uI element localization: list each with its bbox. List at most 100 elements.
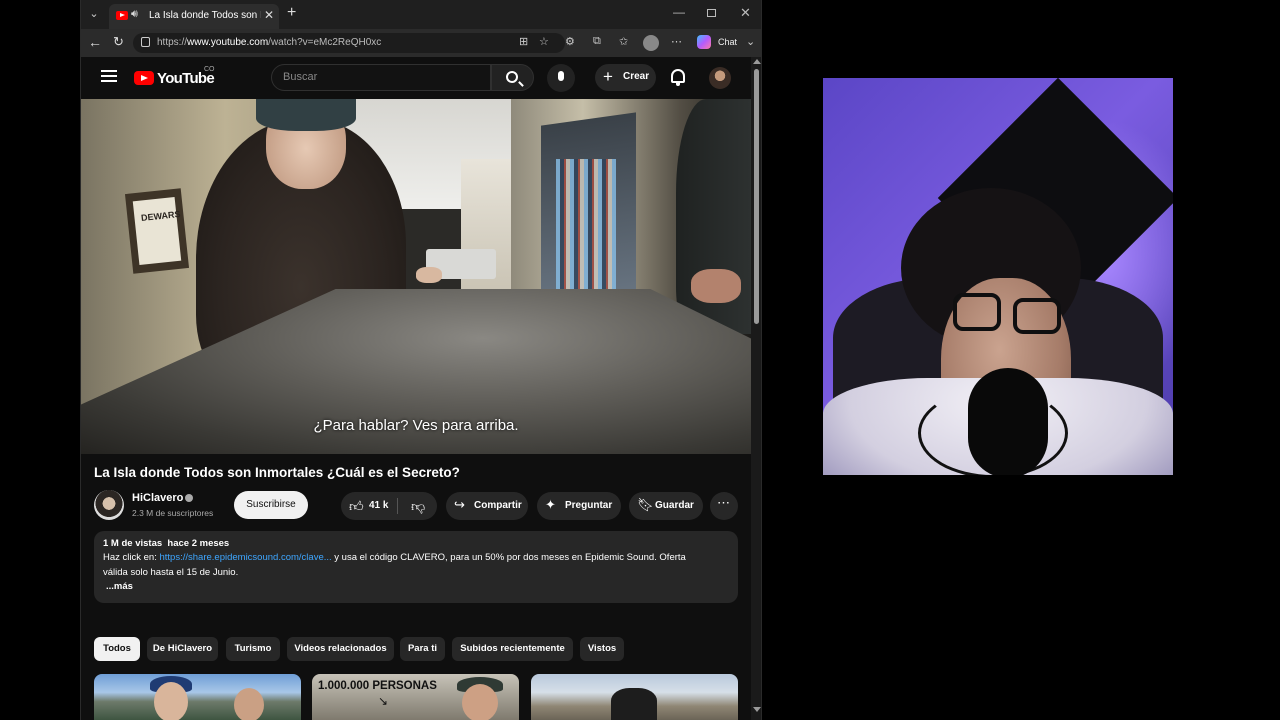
- back-arrow-icon[interactable]: ←: [88, 34, 102, 50]
- description-line-1: Haz click en: https://share.epidemicsoun…: [103, 552, 686, 563]
- like-count[interactable]: 41 k: [369, 500, 388, 511]
- create-button[interactable]: + Crear: [595, 64, 656, 91]
- thumbnail-person: [234, 688, 264, 720]
- video-scene-cap: [256, 99, 356, 131]
- address-bar: ← ↻ https://www.youtube.com/watch?v=eMc2…: [81, 29, 761, 57]
- tab-title: La Isla donde Todos son Inmortales ¿Cuál…: [149, 10, 261, 21]
- description-prefix: Haz click en:: [103, 552, 160, 563]
- channel-avatar[interactable]: [94, 490, 124, 520]
- youtube-play-icon: [134, 71, 154, 85]
- webcam-overlay: [823, 78, 1173, 475]
- tab-youtube[interactable]: 🔊︎ La Isla donde Todos son Inmortales ¿C…: [109, 4, 279, 29]
- subscribe-label: Suscribirse: [246, 499, 296, 510]
- webcam-microphone: [968, 368, 1048, 475]
- ask-button[interactable]: ✦ Preguntar: [537, 492, 621, 520]
- thumbs-down-icon[interactable]: 👎︎: [411, 498, 425, 515]
- chip-todos[interactable]: Todos: [94, 637, 140, 661]
- search-placeholder: Buscar: [283, 71, 318, 83]
- page-scrollbar[interactable]: [751, 57, 761, 720]
- video-title: La Isla donde Todos son Inmortales ¿Cuál…: [94, 465, 460, 480]
- voice-search-button[interactable]: [547, 64, 575, 92]
- extensions-icon[interactable]: ⚙: [565, 35, 575, 48]
- window-close-button[interactable]: ✕: [740, 5, 751, 21]
- chat-button[interactable]: Chat: [718, 37, 737, 47]
- chip-para-ti[interactable]: Para ti: [400, 637, 445, 661]
- maximize-button[interactable]: [707, 9, 716, 17]
- show-more-link[interactable]: ...más: [106, 581, 133, 592]
- video-thumbnail[interactable]: 1.000.000 PERSONAS ↘: [312, 674, 519, 720]
- create-label: Crear: [623, 71, 650, 82]
- chip-turismo[interactable]: Turismo: [226, 637, 280, 661]
- more-actions-button[interactable]: ⋯: [710, 492, 738, 520]
- app-available-icon[interactable]: ⊞: [519, 35, 528, 48]
- channel-name[interactable]: HiClavero: [132, 492, 183, 504]
- notifications-bell-icon[interactable]: [671, 69, 685, 86]
- new-tab-button[interactable]: +: [287, 4, 296, 22]
- minimize-button[interactable]: —: [673, 5, 685, 19]
- url-text: https://www.youtube.com/watch?v=eMc2ReQH…: [157, 37, 382, 48]
- menu-icon[interactable]: [101, 70, 117, 82]
- screen: ⌄ 🔊︎ La Isla donde Todos son Inmortales …: [0, 0, 1280, 720]
- speaker-icon[interactable]: 🔊︎: [131, 8, 138, 21]
- split-screen-icon[interactable]: ⧉: [593, 35, 601, 48]
- search-icon: [506, 71, 518, 83]
- webcam-glasses-right: [1013, 298, 1061, 334]
- video-thumbnail[interactable]: [531, 674, 738, 720]
- reload-icon[interactable]: ↻: [113, 34, 124, 50]
- search-input[interactable]: Buscar: [271, 64, 491, 91]
- plus-icon: +: [603, 67, 613, 86]
- bookmark-icon: 🔖︎: [637, 497, 654, 512]
- video-scene-poster: [132, 196, 182, 266]
- divider: [397, 498, 398, 514]
- url-field[interactable]: https://www.youtube.com/watch?v=eMc2ReQH…: [133, 33, 565, 53]
- tab-actions-menu-icon[interactable]: ⌄: [85, 5, 103, 23]
- tab-close-icon[interactable]: ✕: [264, 8, 274, 22]
- scrollbar-thumb[interactable]: [754, 69, 759, 324]
- subscribe-button[interactable]: Suscribirse: [234, 491, 308, 519]
- description-box[interactable]: 1 M de vistas hace 2 meses Haz click en:…: [94, 531, 738, 603]
- more-options-icon[interactable]: ⋯: [671, 35, 682, 48]
- country-code: CO: [204, 66, 215, 73]
- more-horizontal-icon: ⋯: [717, 495, 730, 510]
- thumbs-up-icon[interactable]: 👍︎: [349, 498, 364, 515]
- scroll-down-arrow-icon[interactable]: [753, 707, 761, 712]
- chevron-down-icon[interactable]: ⌄: [746, 35, 755, 48]
- thumbnail-people: [611, 688, 657, 720]
- youtube-favicon-icon: [116, 11, 128, 20]
- video-scene-hand: [416, 267, 442, 283]
- user-avatar[interactable]: [709, 67, 731, 89]
- description-line-2: válida solo hasta el 15 de Junio.: [103, 567, 239, 578]
- video-player[interactable]: DEWARS ¿Para hablar? Ves para arriba.: [81, 99, 751, 454]
- ask-label: Preguntar: [565, 500, 613, 511]
- copilot-icon[interactable]: [697, 35, 711, 49]
- search-button[interactable]: [491, 64, 534, 91]
- share-button[interactable]: ↪ Compartir: [446, 492, 528, 520]
- scroll-up-arrow-icon[interactable]: [753, 59, 761, 64]
- video-scene-bottles: [556, 159, 616, 289]
- chip-vistos[interactable]: Vistos: [580, 637, 624, 661]
- filter-chips: Todos De HiClavero Turismo Videos relaci…: [94, 637, 744, 661]
- chip-subidos-recientemente[interactable]: Subidos recientemente: [452, 637, 573, 661]
- youtube-logo[interactable]: YouTube CO: [134, 66, 215, 89]
- browser-window: ⌄ 🔊︎ La Isla donde Todos son Inmortales …: [80, 0, 762, 720]
- thumbnail-face: [154, 682, 188, 720]
- favorite-star-icon[interactable]: ☆: [539, 35, 549, 48]
- thumbnail-face: [462, 684, 498, 720]
- video-subtitle: ¿Para hablar? Ves para arriba.: [313, 417, 519, 434]
- save-label: Guardar: [655, 500, 694, 511]
- chip-de-hiclavero[interactable]: De HiClavero: [147, 637, 218, 661]
- description-link[interactable]: https://share.epidemicsound.com/clave...: [160, 552, 332, 563]
- youtube-header: YouTube CO Buscar + Crear: [81, 57, 751, 99]
- chip-videos-relacionados[interactable]: Videos relacionados: [287, 637, 394, 661]
- save-button[interactable]: 🔖︎ Guardar: [629, 492, 703, 520]
- microphone-icon: [558, 71, 564, 81]
- thumbnail-text: 1.000.000 PERSONAS: [318, 680, 437, 692]
- like-dislike-group: 👍︎ 41 k 👎︎: [341, 492, 437, 520]
- arrow-down-icon: ↘: [378, 694, 389, 708]
- tab-bar: ⌄ 🔊︎ La Isla donde Todos son Inmortales …: [81, 0, 761, 29]
- lock-icon[interactable]: [141, 37, 150, 47]
- view-count-date: 1 M de vistas hace 2 meses: [103, 538, 230, 549]
- favorites-icon[interactable]: ✩: [619, 35, 628, 48]
- video-thumbnail[interactable]: [94, 674, 301, 720]
- profile-avatar[interactable]: [643, 35, 659, 51]
